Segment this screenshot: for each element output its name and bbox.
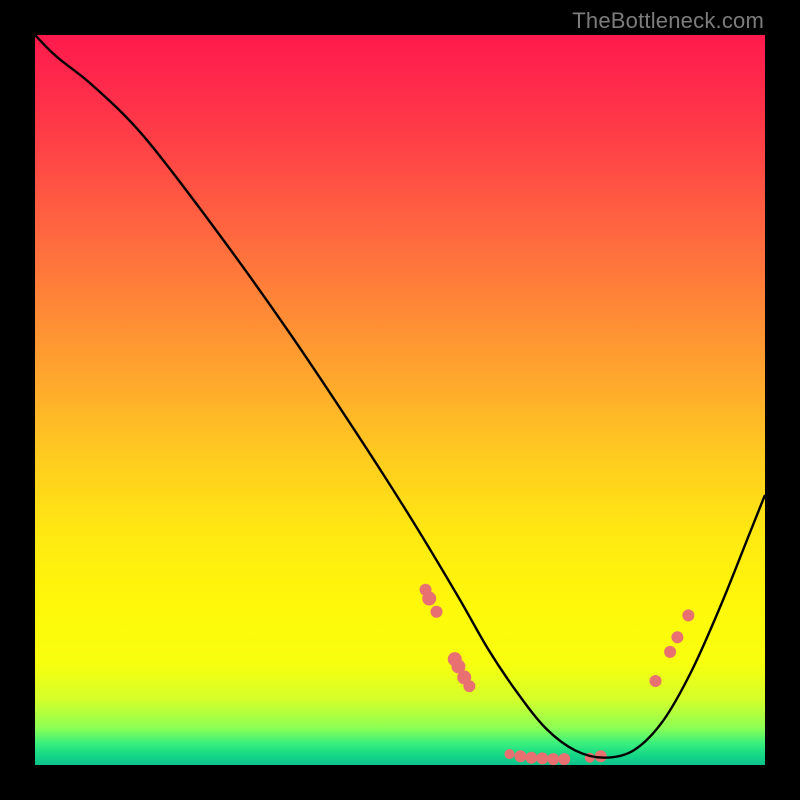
chart-marker [671, 631, 683, 643]
chart-svg [35, 35, 765, 765]
chart-marker [650, 675, 662, 687]
chart-marker [463, 680, 475, 692]
chart-marker [664, 646, 676, 658]
chart-marker [431, 606, 443, 618]
bottleneck-curve-line [35, 35, 765, 758]
chart-marker [525, 752, 537, 764]
chart-marker [536, 752, 548, 764]
chart-marker [422, 592, 436, 606]
chart-marker [547, 753, 559, 765]
chart-marker [514, 750, 526, 762]
chart-marker [505, 749, 515, 759]
chart-marker [558, 753, 570, 765]
chart-container: TheBottleneck.com [0, 0, 800, 800]
watermark-text: TheBottleneck.com [572, 8, 764, 34]
chart-marker [682, 609, 694, 621]
